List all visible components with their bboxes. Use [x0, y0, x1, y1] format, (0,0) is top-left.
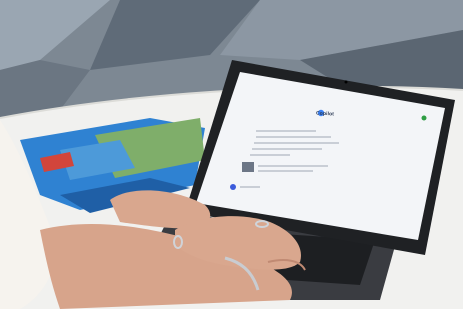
screen-text-line: [252, 148, 322, 150]
screen-avatar-icon: [230, 184, 236, 190]
screen-text-line: [240, 186, 260, 188]
screen-text-line: [254, 142, 339, 144]
photo-scene: [0, 0, 463, 309]
screen-text-line: [250, 154, 290, 156]
laptop-photo: Copilot: [0, 0, 463, 309]
screen-text-line: [256, 136, 331, 138]
screen-thumbnail: [242, 162, 254, 172]
screen-status-dot: [421, 115, 427, 121]
copilot-logo-icon: [317, 109, 325, 117]
screen-text-line: [256, 130, 316, 132]
webcam-icon: [344, 80, 348, 84]
screen-text-line: [258, 165, 328, 167]
screen-text-line: [258, 170, 313, 172]
